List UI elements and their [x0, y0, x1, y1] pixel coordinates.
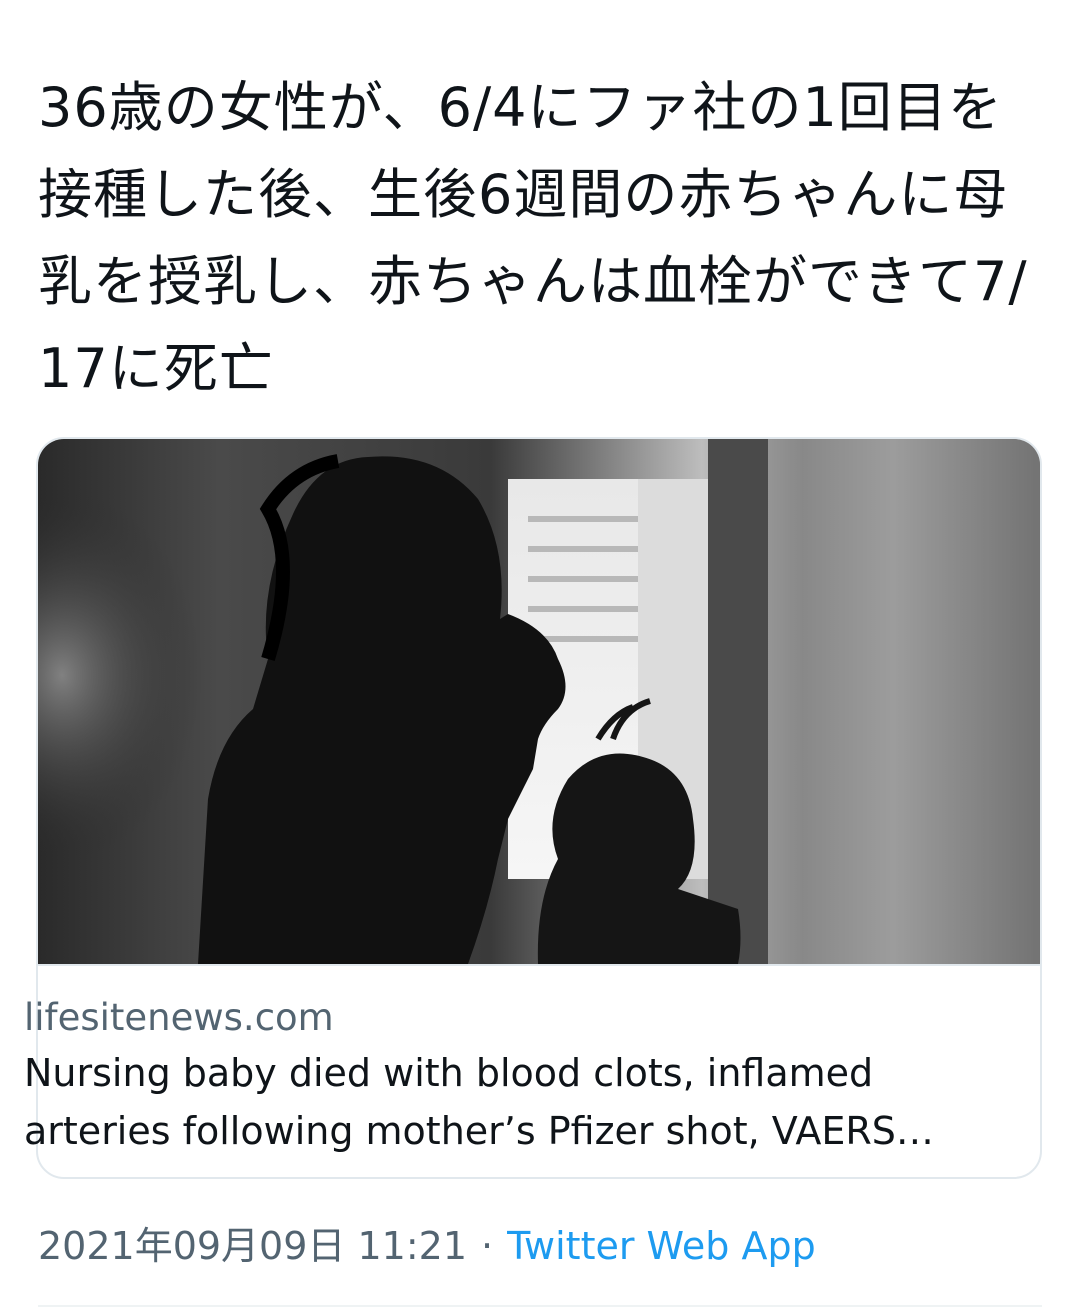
tweet-timestamp[interactable]: 2021年09月09日 11:21	[38, 1224, 467, 1268]
tweet-meta: 2021年09月09日 11:21 · Twitter Web App	[38, 1220, 816, 1272]
card-title[interactable]: Nursing baby died with blood clots, infl…	[24, 1044, 984, 1160]
card-domain[interactable]: lifesitenews.com	[24, 994, 334, 1042]
tweet-source-link[interactable]: Twitter Web App	[507, 1224, 816, 1268]
meta-separator: ·	[481, 1224, 494, 1268]
tweet-text: 36歳の女性が、6/4にファ社の1回目を接種した後、生後6週間の赤ちゃんに母乳を…	[38, 76, 1028, 400]
card-image[interactable]	[38, 439, 1042, 964]
card-divider	[38, 964, 1040, 966]
divider	[38, 1305, 1042, 1307]
